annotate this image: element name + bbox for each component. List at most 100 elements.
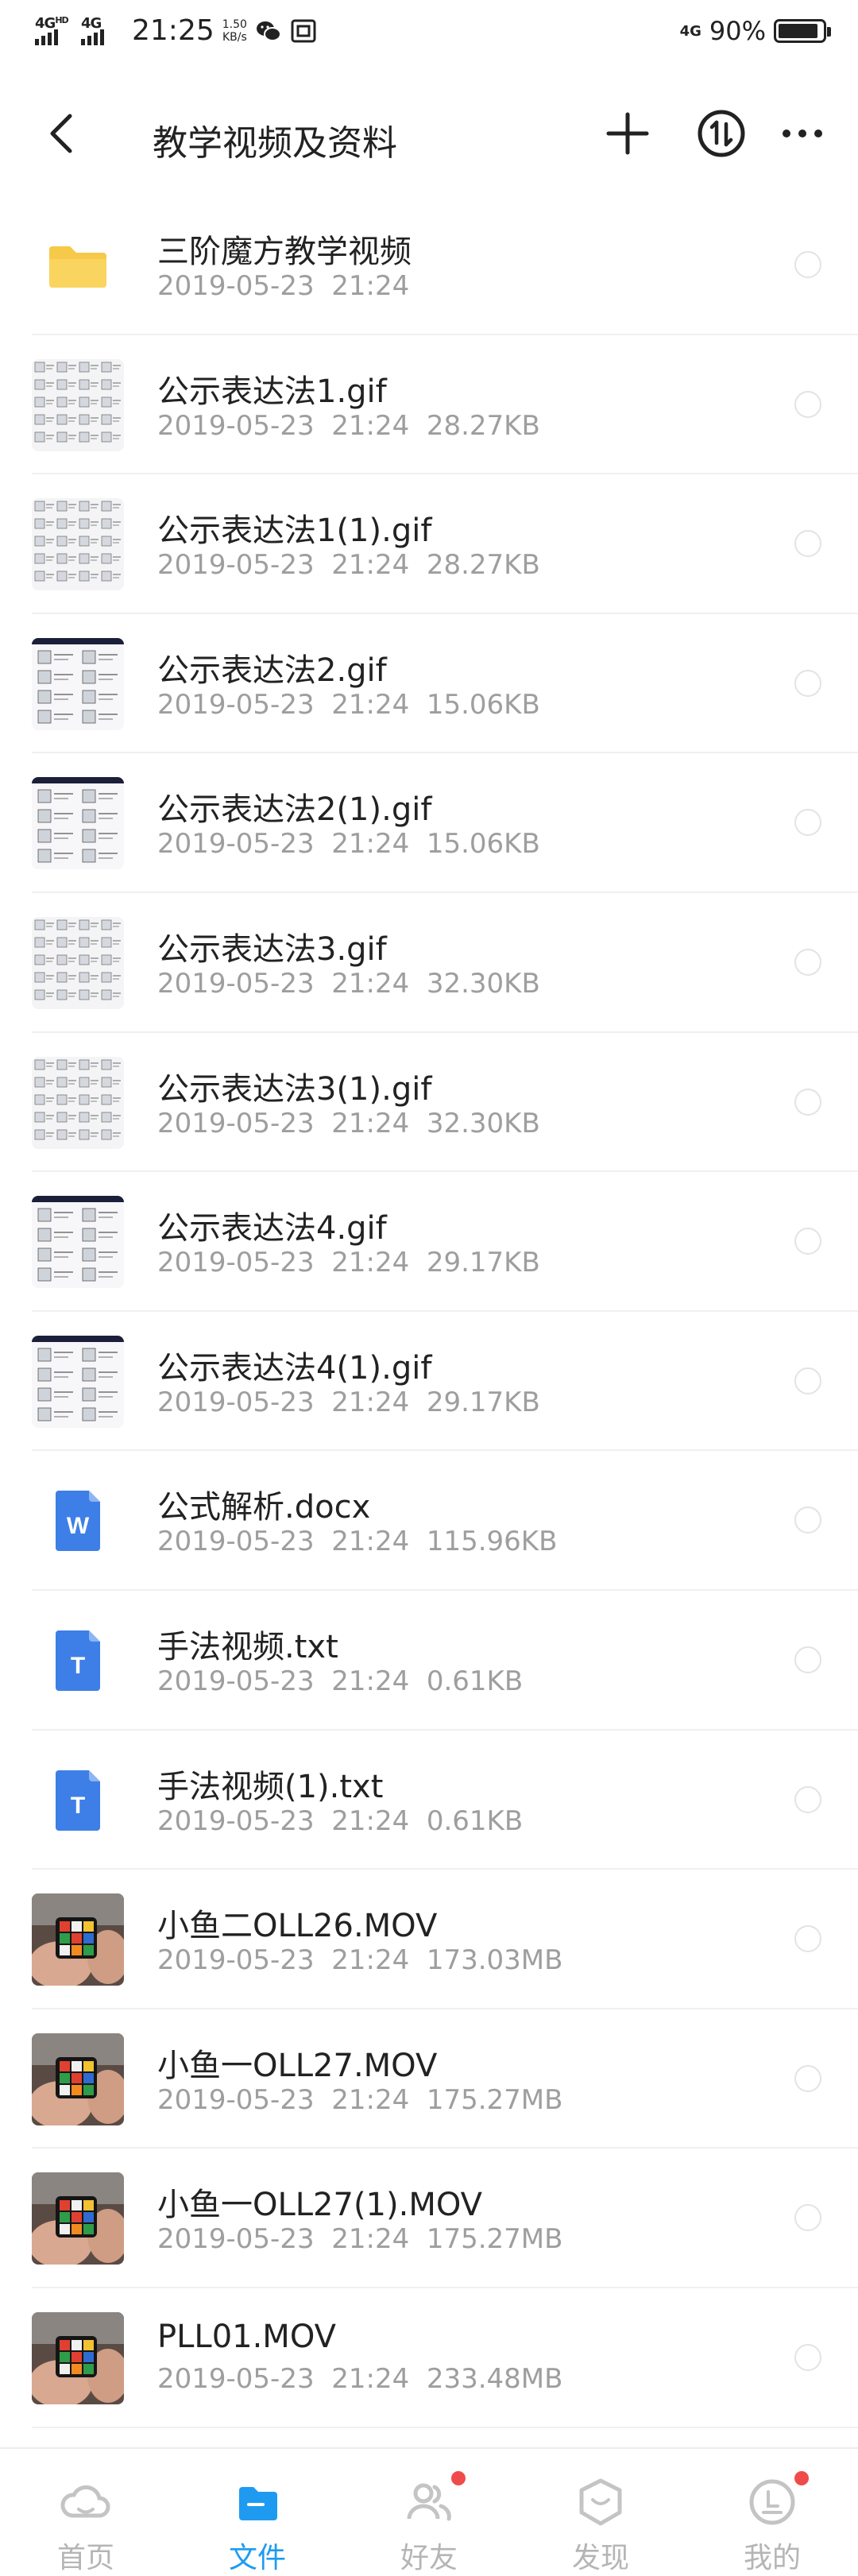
video-thumbnail [32,2172,124,2265]
file-row[interactable]: 公示表达法3.gif 2019-05-23 21:24 32.30KB [32,893,858,1033]
signal-2-icon: 4G [81,15,119,47]
file-meta: 2019-05-23 21:24 29.17KB [157,1387,540,1418]
sort-transfer-icon[interactable] [696,108,747,159]
video-thumbnail [32,2033,124,2125]
app-notification-icon [291,19,316,42]
file-size: 233.48MB [426,2362,563,2395]
gif-thumbnail [32,358,124,451]
file-date: 2019-05-23 [157,967,315,1000]
file-size: 29.17KB [426,1386,540,1418]
network-type: 4G [679,22,701,40]
file-date: 2019-05-23 [157,1526,315,1558]
navigation-bar: 教学视频及资料 [0,79,858,191]
tab-label: 首页 [56,2542,114,2574]
file-meta: 2019-05-23 21:24 0.61KB [157,1805,523,1837]
file-row[interactable]: 公示表达法2(1).gif 2019-05-23 21:24 15.06KB [32,753,858,893]
file-meta: 2019-05-23 21:24 15.06KB [157,828,540,860]
file-row[interactable]: 公示表达法4.gif 2019-05-23 21:24 29.17KB [32,1172,858,1312]
select-radio[interactable] [794,1925,821,1953]
file-row[interactable]: 小鱼二OLL26.MOV 2019-05-23 21:24 173.03MB [32,1870,858,2009]
file-row[interactable]: 小鱼一OLL27(1).MOV 2019-05-23 21:24 175.27MB [32,2149,858,2288]
file-date: 2019-05-23 [157,409,315,442]
file-meta: 2019-05-23 21:24 115.96KB [157,1526,557,1557]
file-name: 小鱼一OLL27(1).MOV [157,2187,482,2224]
back-arrow-icon[interactable] [40,110,87,157]
more-icon[interactable] [777,110,828,157]
page-title: 教学视频及资料 [153,123,397,164]
battery-percent: 90% [709,16,766,46]
file-meta: 2019-05-23 21:24 173.03MB [157,1944,562,1976]
tab-profile[interactable]: 我的 [686,2449,858,2576]
file-row[interactable]: 公示表达法1.gif 2019-05-23 21:24 28.27KB [32,335,858,475]
file-row[interactable]: T 手法视频.txt 2019-05-23 21:24 0.61KB [32,1591,858,1731]
discover-icon [573,2476,628,2528]
video-thumbnail [32,1893,124,1986]
tab-cloud-home[interactable]: 首页 [0,2449,172,2576]
select-radio[interactable] [794,948,821,976]
network-speed: 1.50 KB/s [222,17,247,44]
add-icon[interactable] [604,110,651,157]
text-file-icon: T [32,1615,124,1707]
file-date: 2019-05-23 [157,549,315,582]
folder-icon [230,2476,285,2528]
select-radio[interactable] [794,2343,821,2371]
file-date: 2019-05-23 [157,688,315,721]
select-radio[interactable] [794,1646,821,1673]
tab-friends[interactable]: 好友 [343,2449,515,2576]
file-size: 0.61KB [426,1665,524,1697]
file-time: 21:24 [331,270,410,302]
file-size: 173.03MB [426,1944,563,1977]
file-meta: 2019-05-23 21:24 0.61KB [157,1665,523,1697]
file-meta: 2019-05-23 21:24 29.17KB [157,1247,540,1278]
video-thumbnail [32,2311,124,2404]
status-bar: 4GHD 4G 21:25 1.50 KB/s 4G 90% [0,0,858,67]
select-radio[interactable] [794,669,821,697]
select-radio[interactable] [794,2064,821,2092]
file-row[interactable]: 公示表达法1(1).gif 2019-05-23 21:24 28.27KB [32,474,858,614]
file-row[interactable]: 公示表达法3(1).gif 2019-05-23 21:24 32.30KB [32,1033,858,1173]
file-name: 公示表达法1(1).gif [157,512,432,550]
file-name: 三阶魔方教学视频 [157,234,412,270]
file-meta: 2019-05-23 21:24 28.27KB [157,549,540,581]
file-name: 公示表达法4(1).gif [157,1349,432,1387]
select-radio[interactable] [794,1367,821,1394]
select-radio[interactable] [794,1507,821,1534]
file-row[interactable]: 小鱼一OLL27.MOV 2019-05-23 21:24 175.27MB [32,2009,858,2149]
file-name: 小鱼一OLL27.MOV [157,2047,438,2084]
file-date: 2019-05-23 [157,1665,315,1697]
tab-label: 文件 [228,2542,286,2574]
file-size: 29.17KB [426,1247,540,1279]
tab-folder[interactable]: 文件 [172,2449,343,2576]
file-row[interactable]: 公示表达法2.gif 2019-05-23 21:24 15.06KB [32,614,858,754]
tab-label: 发现 [571,2542,629,2574]
file-row[interactable]: 公示表达法4(1).gif 2019-05-23 21:24 29.17KB [32,1312,858,1452]
select-radio[interactable] [794,1228,821,1255]
select-radio[interactable] [794,1785,821,1813]
file-meta: 2019-05-23 21:24 32.30KB [157,968,540,1000]
notification-dot [794,2471,809,2485]
file-time: 21:24 [331,1526,410,1558]
select-radio[interactable] [794,251,821,278]
select-radio[interactable] [794,2204,821,2232]
file-date: 2019-05-23 [157,2223,315,2256]
file-size: 0.61KB [426,1804,524,1837]
file-time: 21:24 [331,2362,410,2395]
file-size: 28.27KB [426,409,540,442]
file-size: 175.27MB [426,2083,563,2116]
folder-row[interactable]: 三阶魔方教学视频 2019-05-23 21:24 [32,195,858,335]
select-radio[interactable] [794,530,821,558]
file-time: 21:24 [331,549,410,582]
tab-discover[interactable]: 发现 [515,2449,686,2576]
file-row[interactable]: T 手法视频(1).txt 2019-05-23 21:24 0.61KB [32,1731,858,1870]
file-date: 2019-05-23 [157,1247,315,1279]
select-radio[interactable] [794,1088,821,1116]
file-row[interactable]: W 公式解析.docx 2019-05-23 21:24 115.96KB [32,1451,858,1591]
file-date: 2019-05-23 [157,1386,315,1418]
svg-text:T: T [71,1793,85,1819]
file-time: 21:24 [331,2223,410,2256]
file-row[interactable]: PLL01.MOV 2019-05-23 21:24 233.48MB [32,2288,858,2428]
file-date: 2019-05-23 [157,2083,315,2116]
select-radio[interactable] [794,809,821,837]
file-date: 2019-05-23 [157,1107,315,1139]
select-radio[interactable] [794,390,821,418]
